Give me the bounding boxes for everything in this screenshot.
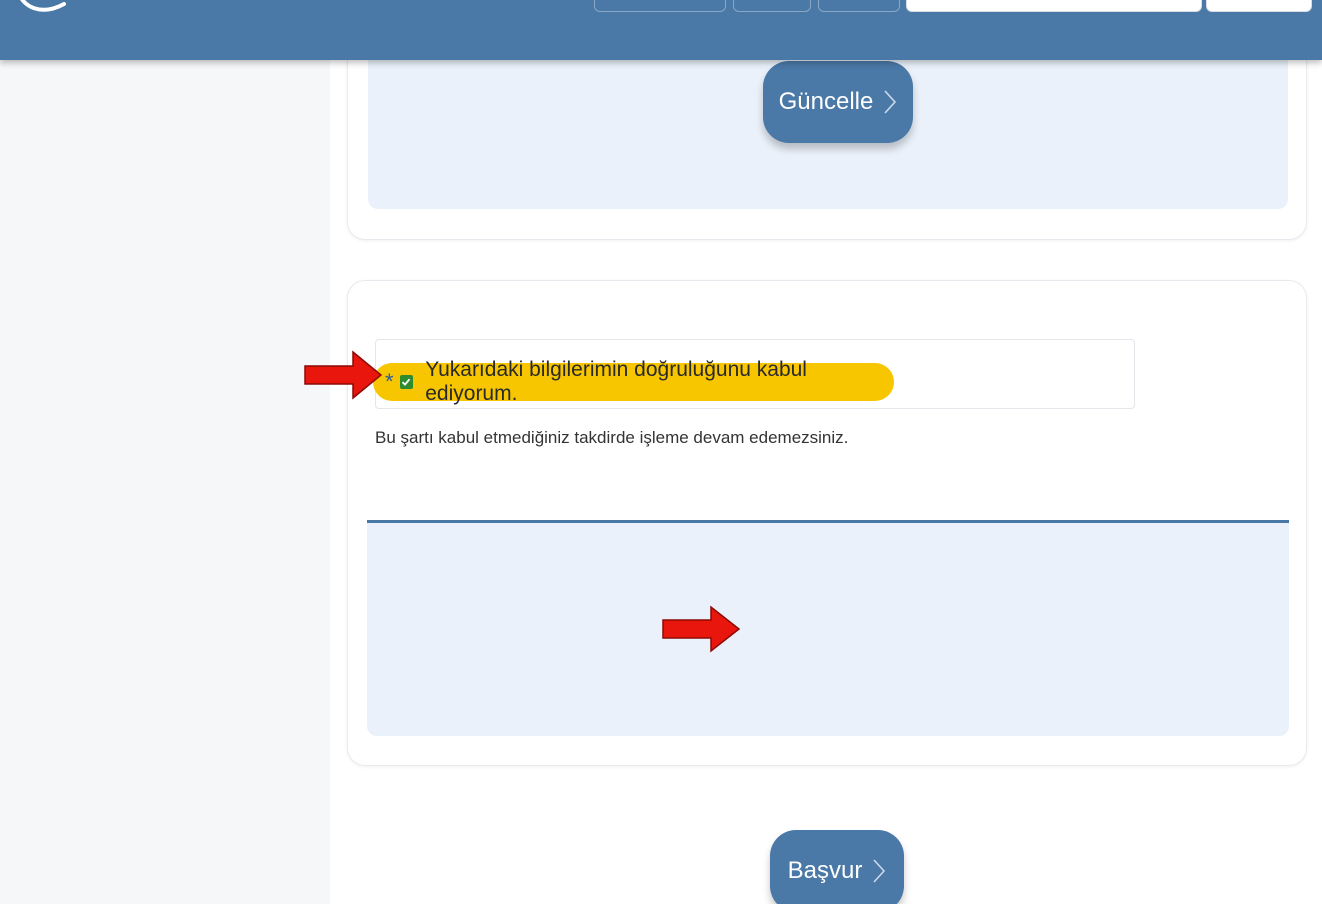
red-arrow-icon bbox=[304, 350, 383, 400]
chevron-right-icon bbox=[884, 90, 897, 114]
consent-hint: Bu şartı kabul etmediğiniz takdirde işle… bbox=[375, 428, 849, 447]
consent-label: Yukarıdaki bilgilerimin doğruluğunu kabu… bbox=[425, 358, 807, 405]
consent-card: * Yukarıdaki bilgilerimin doğruluğunu ka… bbox=[347, 280, 1307, 904]
header-search-button[interactable] bbox=[1206, 0, 1312, 12]
apply-button-label: Başvur bbox=[787, 857, 863, 884]
update-button-label: Güncelle bbox=[778, 88, 874, 115]
update-button[interactable]: Güncelle bbox=[763, 61, 913, 143]
header-nav-button-1[interactable] bbox=[594, 0, 726, 12]
red-arrow-icon bbox=[662, 605, 741, 653]
consent-highlight: * Yukarıdaki bilgilerimin doğruluğunu ka… bbox=[373, 358, 894, 405]
header-nav-button-3[interactable] bbox=[818, 0, 900, 12]
apply-button[interactable]: Başvur bbox=[770, 830, 904, 904]
consent-box: * Yukarıdaki bilgilerimin doğruluğunu ka… bbox=[373, 339, 1135, 409]
required-mark: * bbox=[385, 369, 394, 394]
header-nav-button-2[interactable] bbox=[733, 0, 811, 12]
submit-panel: Başvur bbox=[367, 520, 1289, 904]
logo-icon[interactable] bbox=[8, 0, 68, 26]
header-search-input[interactable] bbox=[906, 0, 1202, 12]
check-icon bbox=[402, 378, 411, 386]
page: Güncelle * Yukarıdaki bilgilerimin doğru… bbox=[0, 0, 1322, 904]
consent-checkbox[interactable] bbox=[399, 375, 414, 389]
chevron-right-icon bbox=[873, 859, 886, 883]
top-header bbox=[0, 0, 1322, 60]
left-sidebar bbox=[0, 60, 330, 904]
